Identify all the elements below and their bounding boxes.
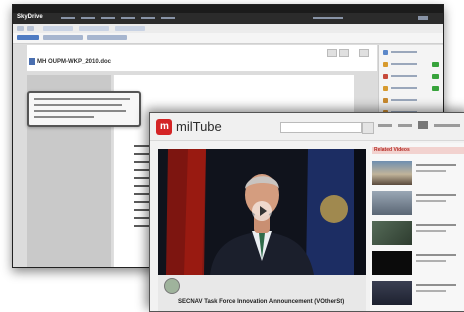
video-meta-line bbox=[416, 290, 446, 292]
related-video-item[interactable] bbox=[372, 221, 464, 247]
menu-item[interactable] bbox=[101, 17, 115, 19]
status-badge bbox=[432, 62, 439, 67]
settings-icon[interactable] bbox=[418, 16, 428, 20]
item-icon bbox=[383, 98, 388, 103]
video-player[interactable] bbox=[158, 149, 366, 275]
video-title-line bbox=[416, 194, 456, 196]
video-title-line bbox=[416, 284, 456, 286]
video-title[interactable]: SECNAV Task Force Innovation Announcemen… bbox=[178, 299, 344, 305]
user-icon[interactable] bbox=[418, 121, 428, 129]
status-badge bbox=[432, 74, 439, 79]
menu-item[interactable] bbox=[61, 17, 75, 19]
play-button[interactable] bbox=[252, 201, 272, 221]
sidebar-item[interactable] bbox=[383, 85, 439, 92]
breadcrumb-item[interactable] bbox=[87, 35, 127, 40]
sidebar-item[interactable] bbox=[383, 49, 439, 56]
toolbar-button[interactable] bbox=[79, 26, 109, 31]
video-title-line bbox=[416, 254, 456, 256]
header-link[interactable] bbox=[434, 124, 460, 127]
brand-logo[interactable]: m bbox=[156, 119, 172, 135]
text-line bbox=[34, 110, 126, 112]
related-video-item[interactable] bbox=[372, 191, 464, 217]
related-videos-label: Related Videos bbox=[374, 147, 410, 153]
related-video-item[interactable] bbox=[372, 161, 464, 187]
video-thumbnail[interactable] bbox=[372, 191, 412, 215]
text-line bbox=[34, 98, 130, 100]
toolbar-button[interactable] bbox=[43, 26, 73, 31]
video-title-line bbox=[416, 164, 456, 166]
text-line bbox=[34, 104, 122, 106]
site-header: m milTube bbox=[150, 113, 464, 141]
menu-item[interactable] bbox=[121, 17, 135, 19]
video-meta-line bbox=[416, 200, 446, 202]
header-link[interactable] bbox=[378, 124, 392, 127]
document-header: MH OUPM-WKP_2010.doc bbox=[27, 45, 377, 72]
related-videos-panel: Related Videos bbox=[370, 143, 464, 311]
item-icon bbox=[383, 86, 388, 91]
item-label bbox=[391, 99, 417, 101]
video-thumbnail[interactable] bbox=[372, 221, 412, 245]
item-label bbox=[391, 51, 417, 53]
channel-avatar[interactable] bbox=[164, 278, 180, 294]
menu-item[interactable] bbox=[141, 17, 155, 19]
search-input[interactable] bbox=[280, 122, 362, 133]
sidebar-item[interactable] bbox=[383, 61, 439, 68]
user-account-link[interactable] bbox=[313, 17, 343, 19]
item-label bbox=[391, 87, 417, 89]
breadcrumb-bar bbox=[13, 33, 443, 44]
menu-item[interactable] bbox=[81, 17, 95, 19]
brand-letter: m bbox=[160, 121, 169, 132]
item-icon bbox=[383, 74, 388, 79]
forward-icon[interactable] bbox=[27, 26, 34, 31]
item-icon bbox=[383, 50, 388, 55]
breadcrumb-item[interactable] bbox=[17, 35, 39, 40]
sidebar-item[interactable] bbox=[383, 73, 439, 80]
document-title: MH OUPM-WKP_2010.doc bbox=[37, 59, 112, 65]
app-menubar: SkyDrive bbox=[13, 13, 443, 24]
document-info-tooltip bbox=[27, 91, 141, 127]
zoom-in-button[interactable] bbox=[339, 49, 349, 57]
video-meta-line bbox=[416, 230, 446, 232]
word-document-icon bbox=[29, 58, 35, 65]
item-label bbox=[391, 75, 417, 77]
status-badge bbox=[432, 86, 439, 91]
video-site-window: m milTube SECNAV Task Force Innovation A… bbox=[149, 112, 464, 312]
video-title-line bbox=[416, 224, 456, 226]
window-titlebar bbox=[13, 5, 443, 13]
video-thumbnail[interactable] bbox=[372, 281, 412, 305]
back-icon[interactable] bbox=[17, 26, 24, 31]
item-icon bbox=[383, 62, 388, 67]
download-button[interactable] bbox=[359, 49, 369, 57]
sidebar-item[interactable] bbox=[383, 97, 439, 104]
menu-item[interactable] bbox=[161, 17, 175, 19]
video-thumbnail[interactable] bbox=[372, 161, 412, 185]
breadcrumb-item[interactable] bbox=[43, 35, 83, 40]
text-line bbox=[34, 116, 94, 118]
item-label bbox=[391, 63, 417, 65]
related-video-item[interactable] bbox=[372, 251, 464, 277]
video-thumbnail[interactable] bbox=[372, 251, 412, 275]
toolbar-button[interactable] bbox=[115, 26, 145, 31]
video-meta-line bbox=[416, 170, 446, 172]
video-meta-line bbox=[416, 260, 446, 262]
app-logo[interactable]: SkyDrive bbox=[17, 14, 43, 20]
related-video-item[interactable] bbox=[372, 281, 464, 307]
video-info-bar: SECNAV Task Force Innovation Announcemen… bbox=[158, 275, 366, 311]
brand-name[interactable]: milTube bbox=[176, 119, 222, 134]
zoom-out-button[interactable] bbox=[327, 49, 337, 57]
header-link[interactable] bbox=[398, 124, 412, 127]
search-button[interactable] bbox=[362, 122, 374, 134]
related-videos-header: Related Videos bbox=[372, 147, 464, 154]
